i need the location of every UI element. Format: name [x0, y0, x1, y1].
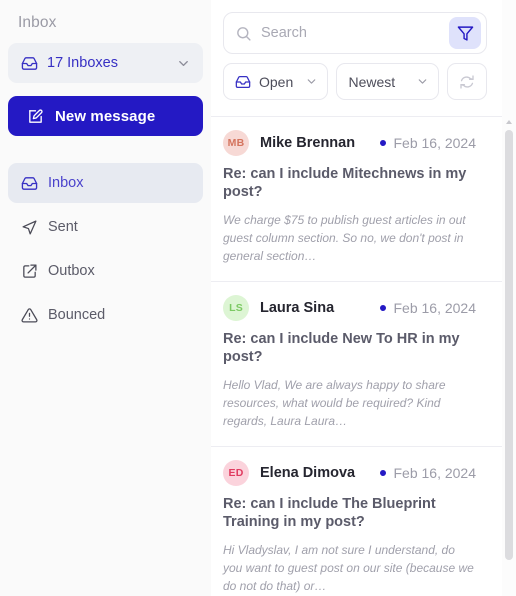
- message-header: LS Laura Sina Feb 16, 2024: [223, 295, 476, 321]
- sidebar-item-label: Outbox: [48, 263, 95, 279]
- message-list: MB Mike Brennan Feb 16, 2024 Re: can I i…: [211, 116, 516, 596]
- toolbar: Open Newest: [211, 0, 516, 100]
- message-preview: We charge $75 to publish guest articles …: [223, 213, 466, 263]
- unread-dot: [380, 470, 387, 476]
- message-sender: Laura Sina: [260, 300, 335, 316]
- inbox-icon: [235, 74, 251, 90]
- sidebar-item-outbox[interactable]: Outbox: [8, 251, 203, 291]
- message-sender: Elena Dimova: [260, 465, 356, 481]
- search-icon: [235, 25, 252, 42]
- refresh-button[interactable]: [447, 63, 487, 100]
- new-message-label: New message: [55, 107, 156, 125]
- chevron-down-icon: [176, 56, 191, 71]
- message-date: Feb 16, 2024: [393, 135, 476, 151]
- message-subject: Re: can I include Mitechnews in my post?: [223, 166, 467, 200]
- sort-label: Newest: [348, 73, 396, 90]
- outbox-icon: [21, 263, 38, 280]
- avatar: LS: [223, 295, 249, 321]
- message-subject: Re: can I include New To HR in my post?: [223, 331, 460, 365]
- sidebar: Inbox 17 Inboxes New message Inbox Sent …: [0, 0, 211, 596]
- sidebar-item-bounced[interactable]: Bounced: [8, 295, 203, 335]
- filter-funnel-icon: [457, 25, 474, 42]
- avatar: ED: [223, 460, 249, 486]
- inbox-icon: [21, 55, 38, 72]
- warning-icon: [21, 307, 38, 324]
- message-meta: Feb 16, 2024: [380, 465, 476, 481]
- new-message-button[interactable]: New message: [8, 96, 203, 136]
- message-list-item[interactable]: ED Elena Dimova Feb 16, 2024 Re: can I i…: [211, 446, 516, 596]
- send-icon: [21, 219, 38, 236]
- unread-dot: [380, 140, 387, 146]
- chevron-down-icon: [305, 75, 318, 88]
- message-sender: Mike Brennan: [260, 135, 356, 151]
- search-input[interactable]: [261, 25, 449, 41]
- message-subject: Re: can I include The Blueprint Training…: [223, 496, 436, 530]
- message-preview: Hello Vlad, We are always happy to share…: [223, 378, 446, 428]
- avatar: MB: [223, 130, 249, 156]
- chevron-down-icon: [416, 75, 429, 88]
- sidebar-item-sent[interactable]: Sent: [8, 207, 203, 247]
- page-title: Inbox: [18, 14, 57, 31]
- sidebar-item-inbox[interactable]: Inbox: [8, 163, 203, 203]
- scroll-up-arrow-icon[interactable]: [506, 120, 512, 124]
- status-filter-label: Open: [259, 73, 294, 90]
- message-header: ED Elena Dimova Feb 16, 2024: [223, 460, 476, 486]
- message-list-item[interactable]: LS Laura Sina Feb 16, 2024 Re: can I inc…: [211, 281, 516, 446]
- search-bar[interactable]: [223, 12, 487, 54]
- sidebar-item-label: Inbox: [48, 175, 84, 191]
- refresh-icon: [459, 74, 475, 90]
- inbox-selector-label: 17 Inboxes: [47, 55, 118, 71]
- filter-controls: Open Newest: [223, 63, 487, 100]
- unread-dot: [380, 305, 387, 311]
- message-date: Feb 16, 2024: [393, 465, 476, 481]
- sidebar-item-label: Sent: [48, 219, 78, 235]
- sort-select[interactable]: Newest: [336, 63, 439, 100]
- status-filter-select[interactable]: Open: [223, 63, 329, 100]
- filter-button[interactable]: [449, 17, 481, 49]
- message-list-item[interactable]: MB Mike Brennan Feb 16, 2024 Re: can I i…: [211, 116, 516, 281]
- message-panel: Open Newest: [211, 0, 516, 596]
- compose-icon: [27, 108, 44, 125]
- inbox-icon: [21, 175, 38, 192]
- message-meta: Feb 16, 2024: [380, 135, 476, 151]
- message-date: Feb 16, 2024: [393, 300, 476, 316]
- message-meta: Feb 16, 2024: [380, 300, 476, 316]
- inbox-app: Inbox 17 Inboxes New message Inbox Sent …: [0, 0, 516, 596]
- sidebar-item-label: Bounced: [48, 307, 106, 323]
- message-header: MB Mike Brennan Feb 16, 2024: [223, 130, 476, 156]
- sidebar-nav: Inbox Sent Outbox Bounced: [0, 163, 211, 335]
- message-preview: Hi Vladyslav, I am not sure I understand…: [223, 543, 474, 593]
- inbox-selector[interactable]: 17 Inboxes: [8, 43, 203, 83]
- scrollbar-thumb[interactable]: [505, 130, 513, 560]
- scrollbar[interactable]: [502, 0, 516, 596]
